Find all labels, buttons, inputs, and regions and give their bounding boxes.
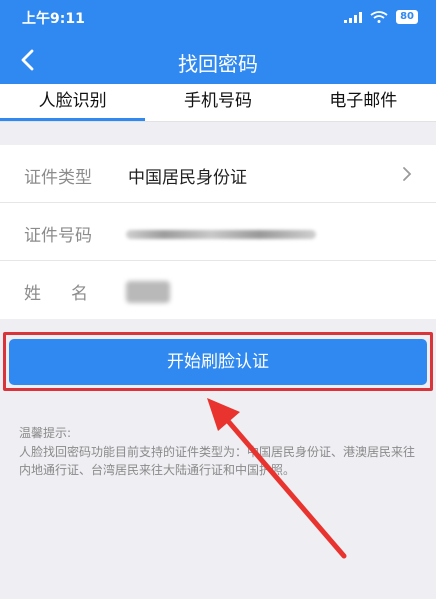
wifi-icon: [370, 11, 388, 23]
chevron-right-icon: [403, 167, 412, 181]
page-title: 找回密码: [178, 52, 258, 76]
name-label: 姓名: [24, 284, 118, 304]
name-row: 姓名: [0, 261, 436, 319]
identity-form: 证件类型 中国居民身份证 证件号码 姓名: [0, 145, 436, 319]
start-face-auth-button[interactable]: 开始刷脸认证: [9, 339, 427, 385]
status-time: 上午9:11: [22, 11, 85, 27]
nav-bar: 找回密码: [0, 36, 436, 84]
tab-face-recognition[interactable]: 人脸识别: [0, 84, 146, 121]
tab-bar: 人脸识别 手机号码 电子邮件: [0, 84, 436, 122]
name-field-redacted[interactable]: [126, 281, 170, 303]
tab-email[interactable]: 电子邮件: [291, 84, 436, 121]
id-type-label: 证件类型: [24, 168, 92, 188]
tip-section: 温馨提示: 人脸找回密码功能目前支持的证件类型为：中国居民身份证、港澳居民来往内…: [19, 424, 419, 479]
tip-body: 人脸找回密码功能目前支持的证件类型为：中国居民身份证、港澳居民来往内地通行证、台…: [19, 445, 416, 477]
tip-title: 温馨提示:: [19, 426, 72, 440]
status-icons: 80: [344, 10, 418, 24]
id-number-field-redacted[interactable]: [126, 230, 316, 239]
status-bar: 上午9:11 80: [0, 0, 436, 36]
id-number-row: 证件号码: [0, 203, 436, 261]
id-number-label: 证件号码: [24, 226, 92, 246]
battery-icon: 80: [396, 10, 418, 24]
tab-phone-number[interactable]: 手机号码: [145, 84, 290, 121]
signal-icon: [344, 11, 363, 23]
id-type-value: 中国居民身份证: [128, 168, 247, 188]
id-type-row[interactable]: 证件类型 中国居民身份证: [0, 145, 436, 203]
